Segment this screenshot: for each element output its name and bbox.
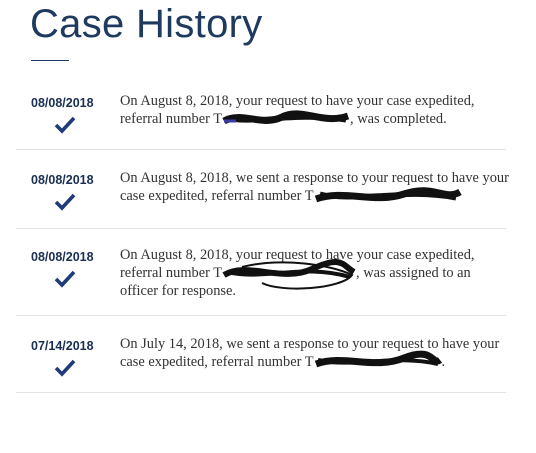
title-underline bbox=[31, 60, 69, 61]
entry-divider bbox=[16, 228, 506, 229]
entry-divider bbox=[16, 315, 506, 316]
entry-text-end: . bbox=[441, 354, 446, 370]
checkmark-icon bbox=[54, 359, 76, 377]
entry-text-end: , was completed. bbox=[350, 111, 447, 127]
redacted-referral-number bbox=[314, 350, 442, 370]
redacted-referral-number bbox=[222, 258, 356, 290]
entry-divider bbox=[16, 392, 506, 393]
checkmark-icon bbox=[54, 116, 76, 134]
redacted-referral-number bbox=[314, 186, 462, 204]
entry-description: On August 8, 2018, your request to have … bbox=[120, 246, 510, 300]
entry-date: 07/14/2018 bbox=[31, 339, 94, 353]
checkmark-icon bbox=[54, 193, 76, 211]
entry-description: On August 8, 2018, we sent a response to… bbox=[120, 169, 510, 205]
entry-description: On August 8, 2018, your request to have … bbox=[120, 92, 510, 128]
entry-divider bbox=[16, 149, 506, 150]
entry-date: 08/08/2018 bbox=[31, 173, 94, 187]
entry-date: 08/08/2018 bbox=[31, 96, 94, 110]
checkmark-icon bbox=[54, 270, 76, 288]
redacted-referral-number bbox=[222, 110, 350, 127]
entry-date: 08/08/2018 bbox=[31, 250, 94, 264]
page-title: Case History bbox=[30, 2, 263, 46]
entry-description: On July 14, 2018, we sent a response to … bbox=[120, 335, 510, 371]
